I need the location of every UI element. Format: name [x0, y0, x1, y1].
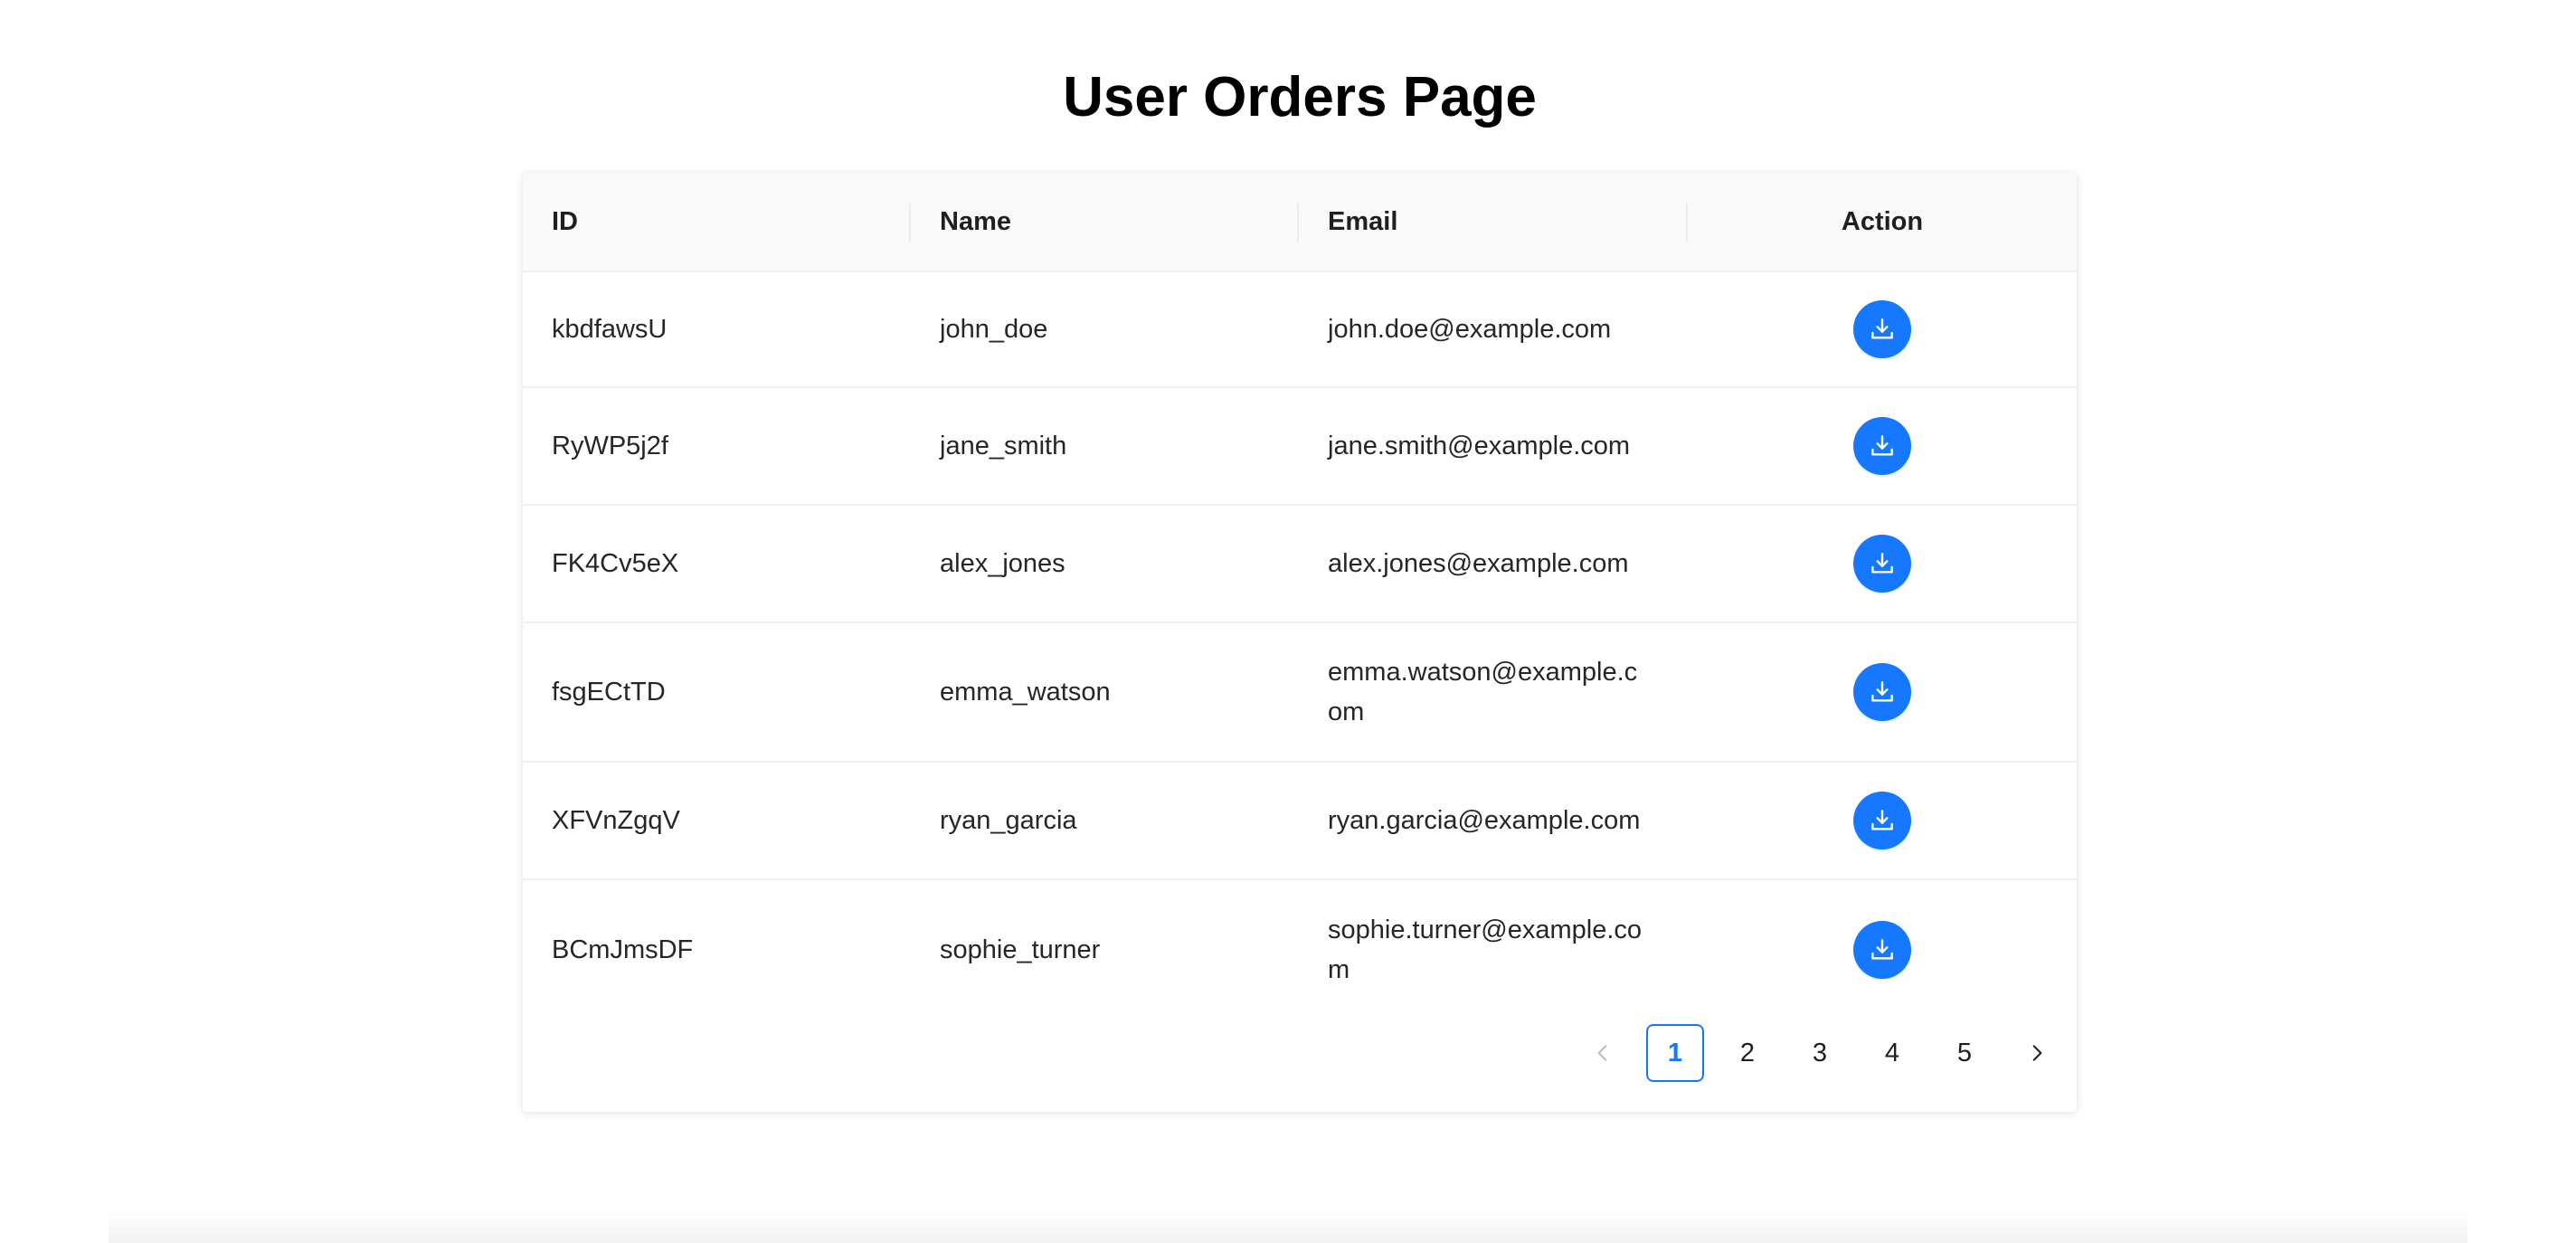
column-header-id: ID: [523, 173, 911, 272]
page-title: User Orders Page: [1063, 66, 1537, 128]
download-icon: [1871, 435, 1893, 456]
cell-action: [1688, 879, 2077, 1019]
download-button[interactable]: [1853, 663, 1911, 721]
cell-email: ryan.garcia@example.com: [1299, 762, 1688, 880]
table-header: ID Name Email Action: [523, 173, 2077, 272]
cell-id: XFVnZgqV: [523, 762, 911, 880]
cell-id: fsgECtTD: [523, 622, 911, 763]
table-body: kbdfawsU john_doe john.doe@example.com R…: [523, 271, 2077, 1019]
cell-name: emma_watson: [911, 622, 1299, 763]
download-icon: [1871, 553, 1893, 574]
pagination-page-2[interactable]: 2: [1719, 1024, 1776, 1082]
cell-id: kbdfawsU: [523, 271, 911, 388]
orders-table: ID Name Email Action kbdfawsU john_doe j…: [523, 173, 2077, 1019]
download-button[interactable]: [1853, 792, 1911, 849]
column-header-action: Action: [1688, 173, 2077, 272]
cell-id: BCmJmsDF: [552, 935, 694, 964]
pagination-prev-button[interactable]: [1574, 1024, 1632, 1082]
table-row: FK4Cv5eX alex_jones alex.jones@example.c…: [523, 505, 2077, 623]
pagination-page-1[interactable]: 1: [1646, 1024, 1704, 1082]
cell-email: emma.watson@example.com: [1299, 622, 1688, 763]
cell-email: jane.smith@example.com: [1299, 387, 1688, 506]
cell-action: [1688, 505, 2077, 623]
download-button[interactable]: [1853, 920, 1911, 979]
download-icon: [1871, 810, 1893, 830]
cell-email: sophie.turner@example.com: [1328, 915, 1643, 984]
cell-name: ryan_garcia: [911, 762, 1299, 880]
table-row: XFVnZgqV ryan_garcia ryan.garcia@example…: [523, 762, 2077, 880]
column-header-name: Name: [911, 173, 1299, 272]
pagination-page-5[interactable]: 5: [1936, 1024, 1994, 1082]
cell-name: alex_jones: [911, 505, 1299, 623]
download-button[interactable]: [1853, 417, 1911, 475]
pagination-next-button[interactable]: [2008, 1024, 2066, 1082]
table-row: BCmJmsDF sophie_turner sophie.turner@exa…: [523, 879, 2077, 1019]
table-row: RyWP5j2f jane_smith jane.smith@example.c…: [523, 387, 2077, 506]
download-button[interactable]: [1853, 300, 1911, 358]
cell-action: [1688, 622, 2077, 763]
cell-action: [1688, 271, 2077, 388]
download-button[interactable]: [1853, 535, 1911, 593]
table-row: fsgECtTD emma_watson emma.watson@example…: [523, 622, 2077, 763]
pagination-page-4[interactable]: 4: [1863, 1024, 1921, 1082]
download-icon: [1871, 681, 1893, 702]
download-icon: [1871, 318, 1893, 339]
cell-id: RyWP5j2f: [523, 387, 911, 506]
orders-table-card: ID Name Email Action kbdfawsU john_doe j…: [523, 173, 2077, 1112]
chevron-right-icon: [2032, 1045, 2042, 1061]
download-icon: [1871, 938, 1893, 960]
table-header-row: ID Name Email Action: [523, 173, 2077, 272]
cell-action: [1688, 762, 2077, 880]
cell-email: alex.jones@example.com: [1299, 505, 1688, 623]
column-header-email: Email: [1299, 173, 1688, 272]
cell-email: john.doe@example.com: [1299, 271, 1688, 388]
cell-id: FK4Cv5eX: [523, 505, 911, 623]
pagination-page-3[interactable]: 3: [1791, 1024, 1849, 1082]
chevron-left-icon: [1597, 1045, 1607, 1061]
page: User Orders Page ID Name Email Action kb…: [0, 0, 2576, 1243]
bottom-shadow-divider: [109, 1209, 2467, 1243]
cell-name: jane_smith: [911, 387, 1299, 506]
cell-action: [1688, 387, 2077, 506]
cell-name: sophie_turner: [940, 935, 1101, 964]
pagination: 1 2 3 4 5: [1559, 1024, 2077, 1082]
table-row: kbdfawsU john_doe john.doe@example.com: [523, 271, 2077, 388]
cell-name: john_doe: [911, 271, 1299, 388]
